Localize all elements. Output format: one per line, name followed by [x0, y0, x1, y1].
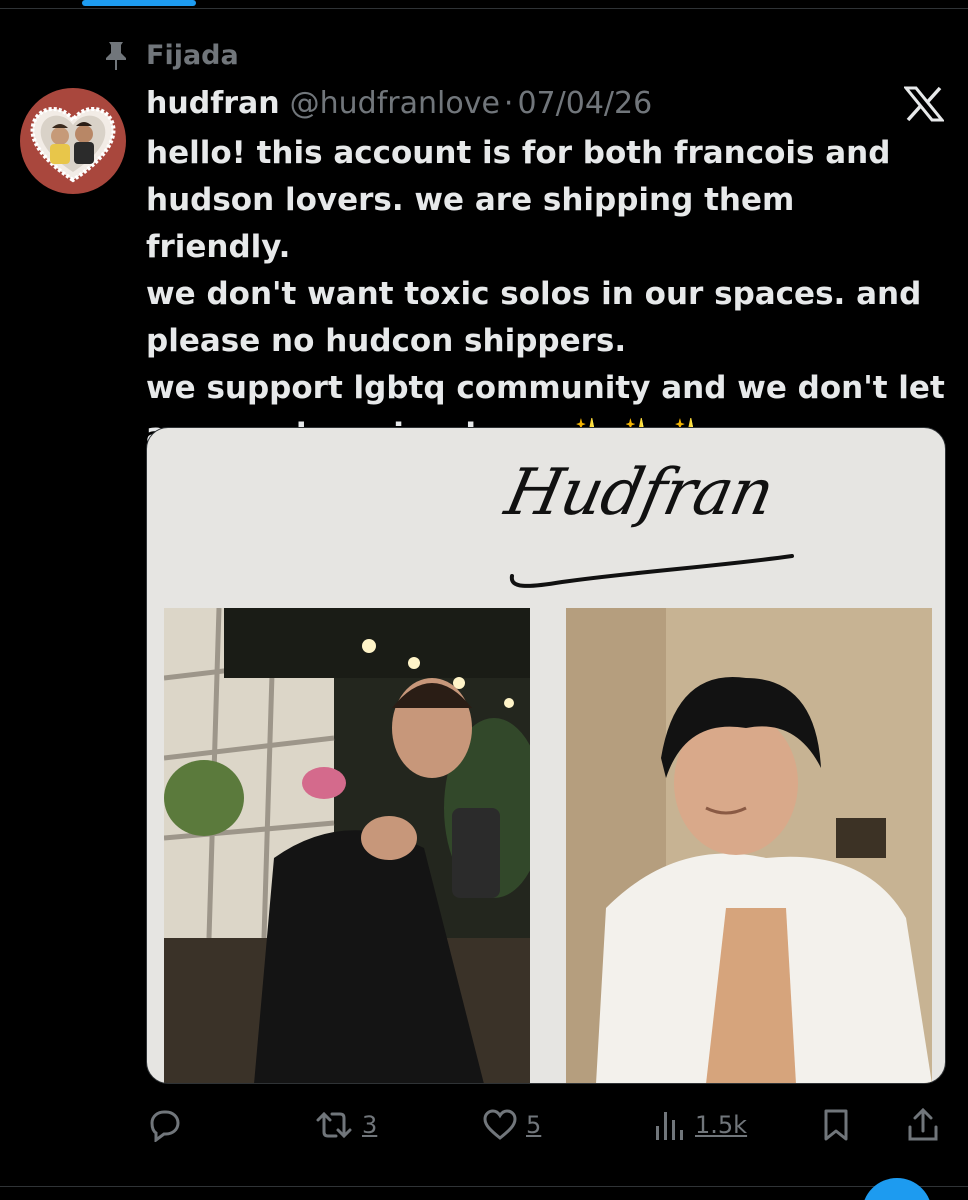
user-handle[interactable]: @hudfranlove	[290, 86, 500, 121]
tweet-header: hudfran @hudfranlove · 07/04/26	[146, 82, 652, 124]
action-bar: 3 5 1.5k	[146, 1102, 946, 1148]
x-logo-icon	[904, 86, 944, 122]
like-button[interactable]: 5	[482, 1102, 541, 1148]
tweet-media[interactable]: Hudfran	[146, 427, 946, 1084]
photo-left-image	[164, 608, 530, 1083]
separator-dot: ·	[503, 85, 514, 121]
heart-icon	[483, 1109, 517, 1140]
bookmark-button[interactable]	[820, 1102, 852, 1148]
pin-icon	[106, 42, 126, 70]
repost-button[interactable]: 3	[314, 1102, 377, 1148]
tab-indicator	[82, 0, 196, 6]
photo-right-image	[566, 608, 932, 1083]
like-count: 5	[526, 1111, 542, 1139]
views-count: 1.5k	[695, 1111, 748, 1139]
photo-left[interactable]	[164, 608, 530, 1083]
views-button[interactable]: 1.5k	[651, 1102, 747, 1148]
bookmark-icon	[824, 1109, 848, 1141]
compose-button[interactable]	[862, 1178, 932, 1200]
tweet-date[interactable]: 07/04/26	[517, 86, 652, 121]
views-icon	[656, 1112, 683, 1140]
share-icon	[908, 1107, 938, 1141]
tweet-text: hello! this account is for both francois…	[146, 135, 945, 453]
display-name[interactable]: hudfran	[146, 86, 280, 121]
repost-count: 3	[362, 1111, 378, 1139]
share-button[interactable]	[906, 1102, 940, 1148]
top-divider	[0, 8, 968, 9]
pinned-label: Fijada	[146, 39, 239, 71]
photo-right[interactable]	[566, 608, 932, 1083]
media-title: Hudfran	[499, 456, 780, 530]
avatar-heart-image	[30, 107, 116, 183]
repost-icon	[316, 1111, 352, 1139]
pinned-indicator: Fijada	[100, 38, 239, 72]
avatar[interactable]	[20, 88, 126, 194]
reply-icon	[150, 1110, 180, 1142]
screen: Fijada hudfran @hudfranlove · 07/04/26 h…	[0, 0, 968, 1200]
reply-button[interactable]	[146, 1102, 182, 1148]
bottom-divider	[0, 1186, 968, 1187]
title-underline	[509, 554, 794, 588]
